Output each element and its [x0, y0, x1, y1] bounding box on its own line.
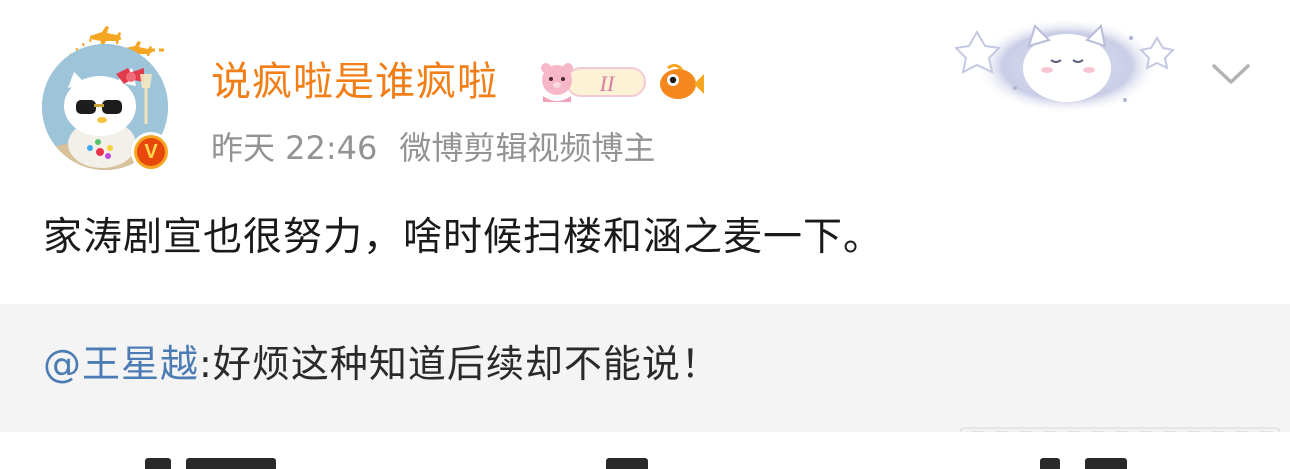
action-toolbar [0, 432, 1290, 469]
like-icon[interactable] [1040, 458, 1060, 469]
comment-icon[interactable] [606, 458, 648, 469]
verified-badge: V [131, 132, 171, 172]
mention-link[interactable]: @王星越 [43, 342, 199, 386]
chevron-down-icon[interactable] [1210, 56, 1252, 92]
repost-block[interactable]: @王星越:好烦这种知道后续却不能说！ [0, 304, 1290, 432]
sleeping-cat-cloud-icon [955, 18, 1175, 114]
like-label-partial[interactable] [1085, 458, 1127, 469]
repost-label-partial[interactable] [186, 458, 276, 469]
username[interactable]: 说疯啦是谁疯啦 [211, 56, 498, 108]
repost-icon[interactable] [145, 458, 171, 469]
post-meta: 昨天 22:46 微博剪辑视频博主 [211, 126, 655, 170]
author-tag: 微博剪辑视频博主 [399, 129, 656, 167]
verified-v-icon: V [137, 138, 165, 166]
pink-bear-badge-icon[interactable]: II [537, 60, 649, 104]
badge-level-text: II [599, 71, 616, 96]
avatar-container[interactable]: V [40, 26, 180, 176]
repost-text: :好烦这种知道后续却不能说！ [199, 342, 720, 386]
post-content: 家涛剧宣也很努力，啥时候扫楼和涵之麦一下。 [43, 215, 884, 260]
fish-badge-icon[interactable] [656, 60, 704, 104]
repost-text-line: @王星越:好烦这种知道后续却不能说！ [43, 334, 720, 394]
weibo-post: V 说疯啦是谁疯啦 II 昨天 22:46 微博剪辑视频博主 家涛剧宣也很努力，… [0, 0, 1290, 469]
post-time: 昨天 22:46 [211, 129, 378, 167]
